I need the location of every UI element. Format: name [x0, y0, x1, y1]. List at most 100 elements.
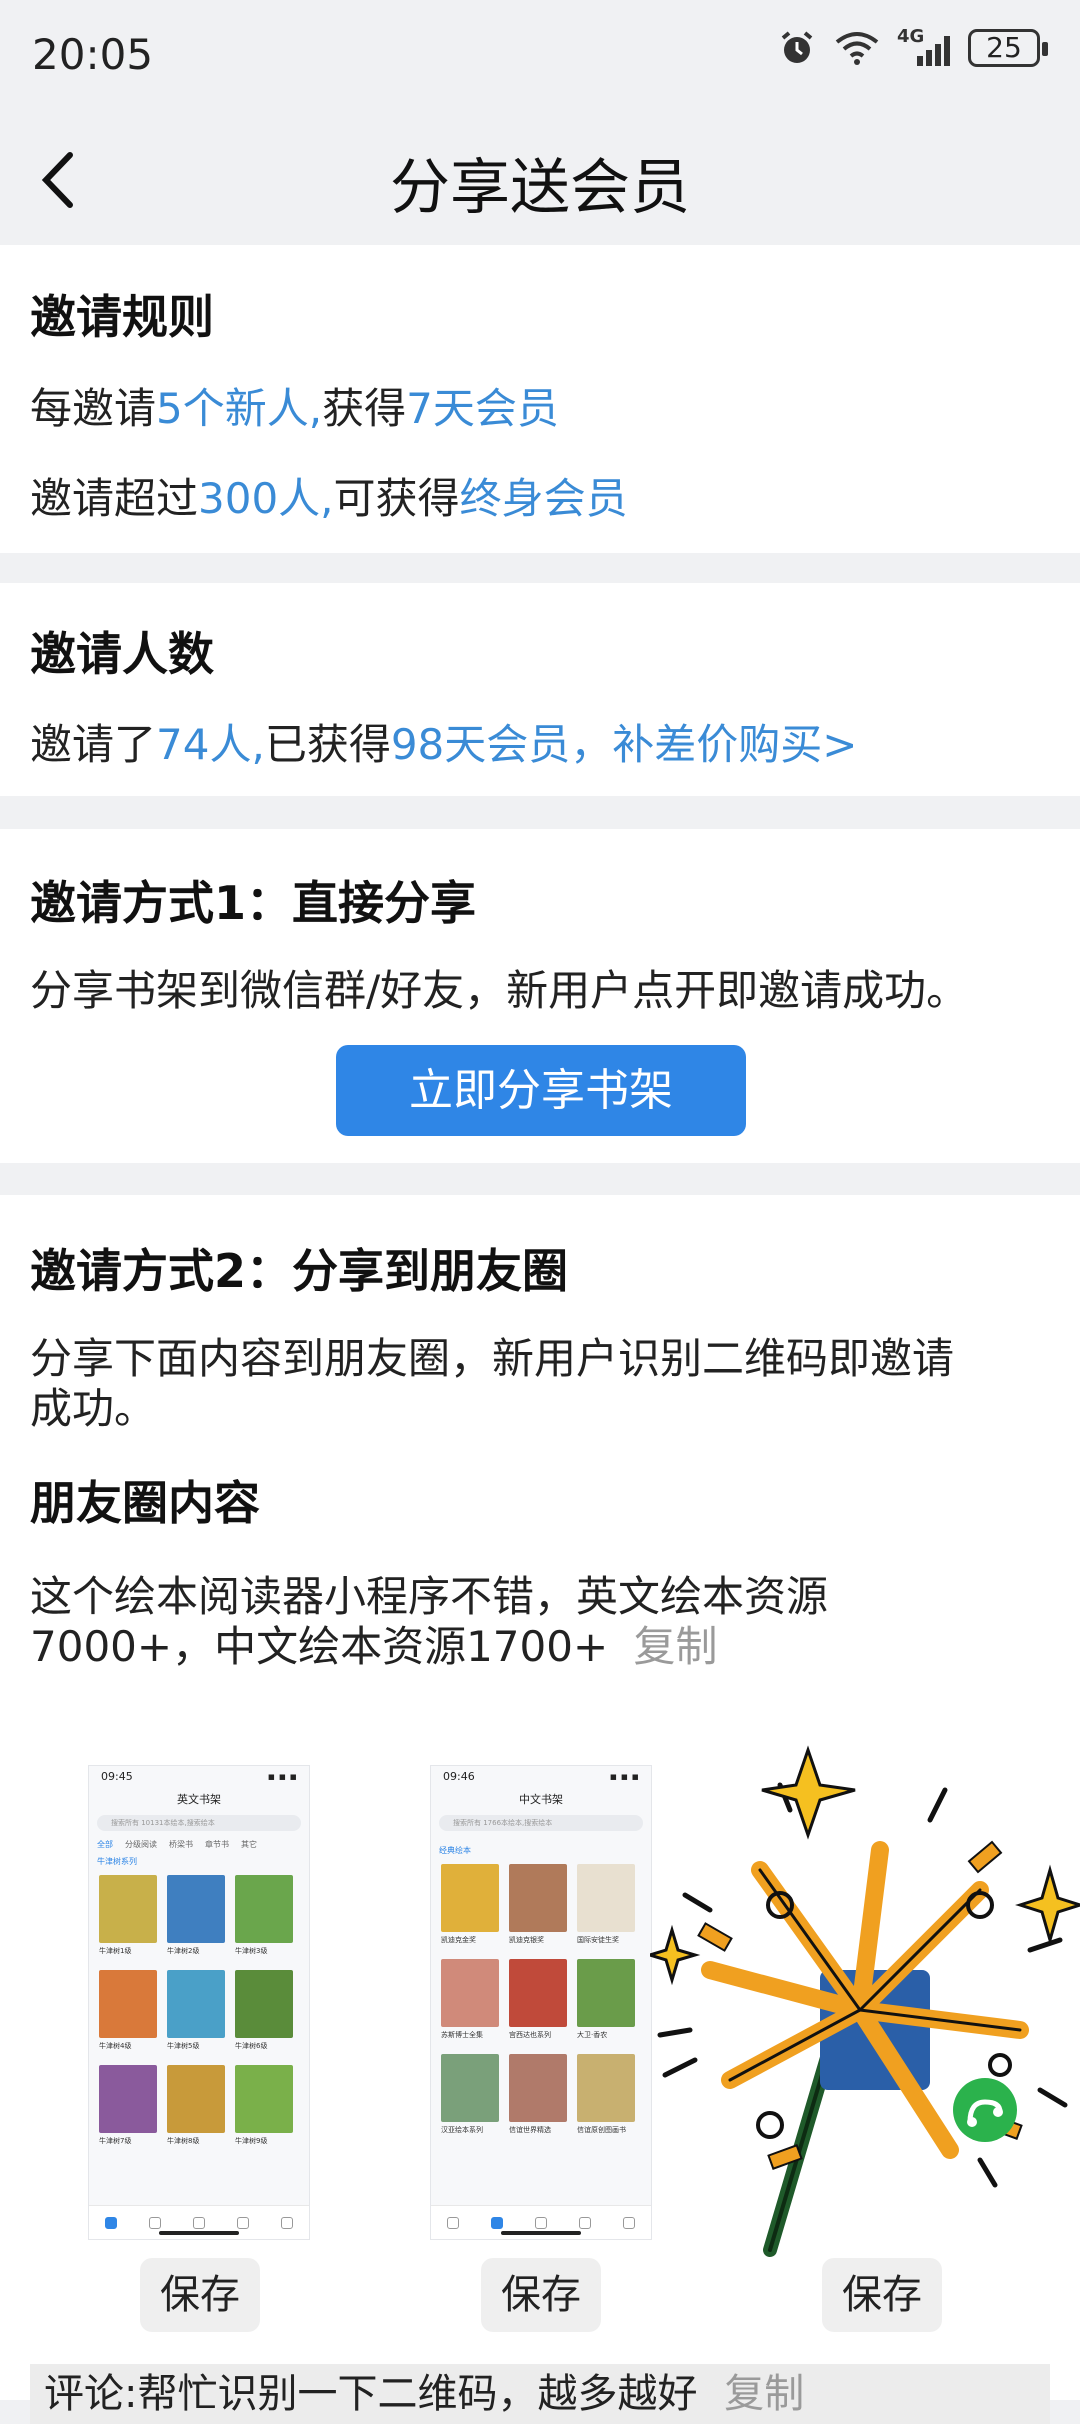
moments-content-text: 7000+，中文绘本资源1700+ — [30, 1622, 609, 1671]
book-item: 汉亚绘本系列 — [441, 2054, 499, 2135]
book-item: 牛津树8级 — [167, 2065, 225, 2146]
save-button-2[interactable]: 保存 — [481, 2258, 601, 2332]
book-grid: 凯迪克金奖 凯迪克银奖 国际安徒生奖 苏斯博士全集 宫西达也系列 大卫·香农 汉亚绘本系列 信… — [431, 1860, 651, 2139]
page-title: 分享送会员 — [390, 153, 690, 223]
status-time: 20:05 — [32, 30, 154, 79]
signal-icon: 4G — [897, 26, 950, 66]
save-button-1[interactable]: 保存 — [140, 2258, 260, 2332]
book-cover — [577, 2054, 635, 2122]
moments-content-heading: 朋友圈内容 — [30, 1476, 260, 1530]
book-caption: 牛津树9级 — [235, 2137, 268, 2145]
buy-difference-link[interactable]: 补差价购买> — [612, 720, 857, 769]
book-item: 宫西达也系列 — [509, 1959, 567, 2040]
method2-description-line2: 成功。 — [30, 1384, 157, 1433]
invite-count-prefix: 邀请了 — [30, 720, 157, 769]
copy-comment-button[interactable]: 复制 — [724, 2371, 804, 2417]
save-button-3[interactable]: 保存 — [822, 2258, 942, 2332]
book-cover — [99, 2065, 157, 2133]
book-caption: 凯迪克银奖 — [509, 1936, 544, 1944]
thumb-tab: 桥梁书 — [169, 1840, 193, 1849]
copy-content-button[interactable]: 复制 — [634, 1622, 718, 1671]
book-caption: 苏斯博士全集 — [441, 2031, 483, 2039]
book-item: 牛津树6级 — [235, 1970, 293, 2051]
book-item: 信谊世界精选 — [509, 2054, 567, 2135]
thumb-section: 经典绘本 — [439, 1846, 471, 1855]
invite-count-card: 邀请人数 邀请了74人,已获得98天会员，补差价购买> — [0, 583, 1080, 796]
book-cover — [99, 1970, 157, 2038]
english-bookshelf-screenshot[interactable]: 09:45 ▪ ▪ ▪ 英文书架 搜索所有 10131本绘本,搜索绘本 全部 分级… — [88, 1765, 310, 2240]
rule-1-reward: 7天会员 — [406, 384, 559, 433]
book-item: 牛津树1级 — [99, 1875, 157, 1956]
thumb-status: 09:46 ▪ ▪ ▪ — [443, 1770, 639, 1783]
book-caption: 牛津树1级 — [99, 1947, 132, 1955]
qr-code-sparkler-image[interactable] — [650, 1730, 1080, 2270]
comment-text: 评论:帮忙识别一下二维码，越多越好 — [44, 2371, 698, 2417]
book-cover — [235, 1970, 293, 2038]
thumb-search: 搜索所有 10131本绘本,搜索绘本 — [97, 1815, 301, 1831]
book-cover — [441, 1959, 499, 2027]
book-cover — [509, 1959, 567, 2027]
thumb-time: 09:46 — [443, 1770, 475, 1783]
book-caption: 汉亚绘本系列 — [441, 2126, 483, 2134]
rule-2-prefix: 邀请超过 — [30, 474, 199, 523]
book-caption: 牛津树6级 — [235, 2042, 268, 2050]
book-caption: 牛津树3级 — [235, 1947, 268, 1955]
book-cover — [99, 1875, 157, 1943]
book-item: 凯迪克银奖 — [509, 1864, 567, 1945]
book-item: 信谊原创图画书 — [577, 2054, 635, 2135]
invite-count-value: 74人, — [156, 720, 265, 769]
method2-heading: 邀请方式2：分享到朋友圈 — [30, 1244, 569, 1298]
book-grid: 牛津树1级 牛津树2级 牛津树3级牛津树4级 牛津树5级 牛津树6级牛津树7级 牛津树8级… — [89, 1871, 309, 2150]
book-caption: 牛津树7级 — [99, 2137, 132, 2145]
rule-2-reward: 终身会员 — [459, 474, 628, 523]
book-cover — [577, 1864, 635, 1932]
book-cover — [235, 2065, 293, 2133]
title-bar: 分享送会员 — [0, 115, 1080, 245]
book-item: 牛津树4级 — [99, 1970, 157, 2051]
book-caption: 牛津树2级 — [167, 1947, 200, 1955]
rule-1-prefix: 每邀请 — [30, 384, 157, 433]
rule-line-2: 邀请超过300人,可获得终身会员 — [30, 465, 628, 526]
rule-1-count: 5个新人, — [156, 384, 323, 433]
book-caption: 宫西达也系列 — [509, 2031, 551, 2039]
thumb-time: 09:45 — [101, 1770, 133, 1783]
book-item: 牛津树2级 — [167, 1875, 225, 1956]
thumb-section: 牛津树系列 — [97, 1857, 137, 1866]
invite-count-heading: 邀请人数 — [30, 627, 214, 681]
book-item: 苏斯博士全集 — [441, 1959, 499, 2040]
book-item: 大卫·香农 — [577, 1959, 635, 2040]
thumb-tab: 全部 — [97, 1840, 113, 1849]
book-cover — [167, 1970, 225, 2038]
book-item: 牛津树9级 — [235, 2065, 293, 2146]
wifi-icon — [835, 32, 879, 65]
thumb-tab: 其它 — [241, 1840, 257, 1849]
method1-card: 邀请方式1：直接分享 分享书架到微信群/好友，新用户点开即邀请成功。 立即分享书… — [0, 829, 1080, 1163]
comment-bar: 评论:帮忙识别一下二维码，越多越好 复制 — [30, 2364, 1050, 2424]
invite-count-line: 邀请了74人,已获得98天会员，补差价购买> — [30, 711, 857, 772]
book-cover — [167, 2065, 225, 2133]
thumb-title: 中文书架 — [519, 1793, 563, 1806]
invite-rules-card: 邀请规则 每邀请5个新人,获得7天会员 邀请超过300人,可获得终身会员 — [0, 245, 1080, 553]
chinese-bookshelf-screenshot[interactable]: 09:46 ▪ ▪ ▪ 中文书架 搜索所有 1766本绘本,搜索绘本 经典绘本 凯… — [430, 1765, 652, 2240]
method1-heading: 邀请方式1：直接分享 — [30, 876, 477, 930]
book-caption: 牛津树8级 — [167, 2137, 200, 2145]
status-icons: 4G 25 — [777, 26, 1048, 68]
book-item: 牛津树7级 — [99, 2065, 157, 2146]
rule-line-1: 每邀请5个新人,获得7天会员 — [30, 375, 559, 436]
thumb-title: 英文书架 — [177, 1793, 221, 1806]
rule-1-mid: 获得 — [322, 384, 407, 433]
status-bar: 20:05 4G 25 — [0, 0, 1080, 115]
rule-2-mid: 可获得 — [333, 474, 460, 523]
thumb-tab: 分级阅读 — [125, 1840, 157, 1849]
thumb-home-indicator — [501, 2231, 581, 2235]
book-caption: 信谊原创图画书 — [577, 2126, 626, 2134]
book-cover — [509, 1864, 567, 1932]
share-bookshelf-button[interactable]: 立即分享书架 — [336, 1045, 746, 1136]
book-cover — [441, 2054, 499, 2122]
book-caption: 凯迪克金奖 — [441, 1936, 476, 1944]
method1-description: 分享书架到微信群/好友，新用户点开即邀请成功。 — [30, 966, 969, 1015]
book-item: 牛津树5级 — [167, 1970, 225, 2051]
network-label: 4G — [897, 26, 925, 47]
moments-content-line2: 7000+，中文绘本资源1700+ 复制 — [30, 1613, 718, 1674]
thumb-tab: 章节书 — [205, 1840, 229, 1849]
